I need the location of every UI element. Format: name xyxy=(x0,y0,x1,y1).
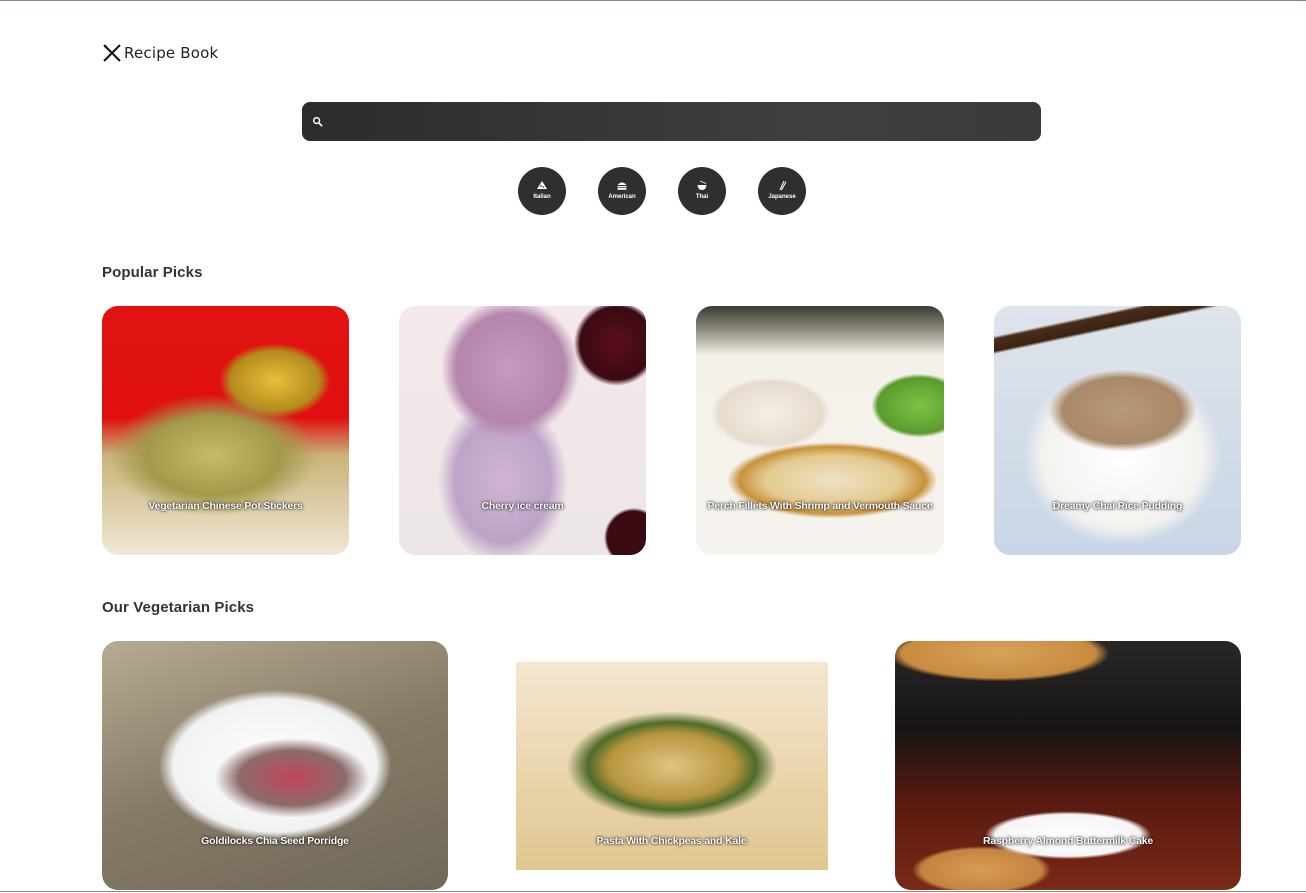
app-title: Recipe Book xyxy=(124,44,219,62)
app-logo[interactable]: Recipe Book xyxy=(102,42,218,64)
cuisine-label: Japanese xyxy=(768,194,796,200)
recipe-title: Goldilocks Chia Seed Porridge xyxy=(201,835,349,847)
recipe-image xyxy=(895,641,1241,890)
recipe-card[interactable]: Goldilocks Chia Seed Porridge xyxy=(102,641,448,890)
top-border xyxy=(0,0,1306,1)
cuisine-label: Italian xyxy=(533,194,551,200)
cuisine-label: American xyxy=(608,194,636,200)
cuisine-italian[interactable]: Italian xyxy=(518,167,566,215)
fork-knife-icon xyxy=(103,44,121,62)
recipe-title: Cherry ice cream xyxy=(481,500,564,512)
cuisine-thai[interactable]: Thai xyxy=(678,167,726,215)
search-input[interactable] xyxy=(323,102,1041,141)
recipe-image xyxy=(696,306,944,555)
search-icon xyxy=(312,116,323,127)
chopsticks-icon xyxy=(779,180,787,191)
recipe-image xyxy=(399,306,646,555)
recipe-card[interactable]: Pasta With Chickpeas and Kale xyxy=(498,641,845,890)
search-bar[interactable] xyxy=(302,102,1041,141)
cuisine-label: Thai xyxy=(695,194,709,200)
cuisine-american[interactable]: American xyxy=(598,167,646,215)
recipe-image xyxy=(994,306,1241,555)
recipe-title: Perch Fillets With Shrimp and Vermouth S… xyxy=(707,500,933,512)
recipe-title: Pasta With Chickpeas and Kale xyxy=(596,835,747,847)
section-title-popular: Popular Picks xyxy=(102,264,203,281)
recipe-title: Raspberry Almond Buttermilk Cake xyxy=(982,835,1153,847)
bowl-icon xyxy=(697,180,707,190)
section-title-vegetarian: Our Vegetarian Picks xyxy=(102,599,255,616)
recipe-card[interactable]: Raspberry Almond Buttermilk Cake xyxy=(895,641,1241,890)
bottom-border xyxy=(0,891,1306,892)
recipe-title: Dreamy Chai Rice Pudding xyxy=(1052,500,1183,512)
recipe-card[interactable]: Perch Fillets With Shrimp and Vermouth S… xyxy=(696,306,944,555)
pizza-icon xyxy=(537,181,547,189)
recipe-image xyxy=(102,306,349,555)
recipe-card[interactable]: Cherry ice cream xyxy=(399,306,646,555)
recipe-image xyxy=(102,641,448,890)
burger-icon xyxy=(617,182,627,190)
recipe-card[interactable]: Dreamy Chai Rice Pudding xyxy=(994,306,1241,555)
recipe-card[interactable]: Vegetarian Chinese Pot Stickers xyxy=(102,306,349,555)
recipe-title: Vegetarian Chinese Pot Stickers xyxy=(148,500,303,512)
cuisine-japanese[interactable]: Japanese xyxy=(758,167,806,215)
cuisine-filter: Italian American Thai Japanese xyxy=(518,167,806,215)
